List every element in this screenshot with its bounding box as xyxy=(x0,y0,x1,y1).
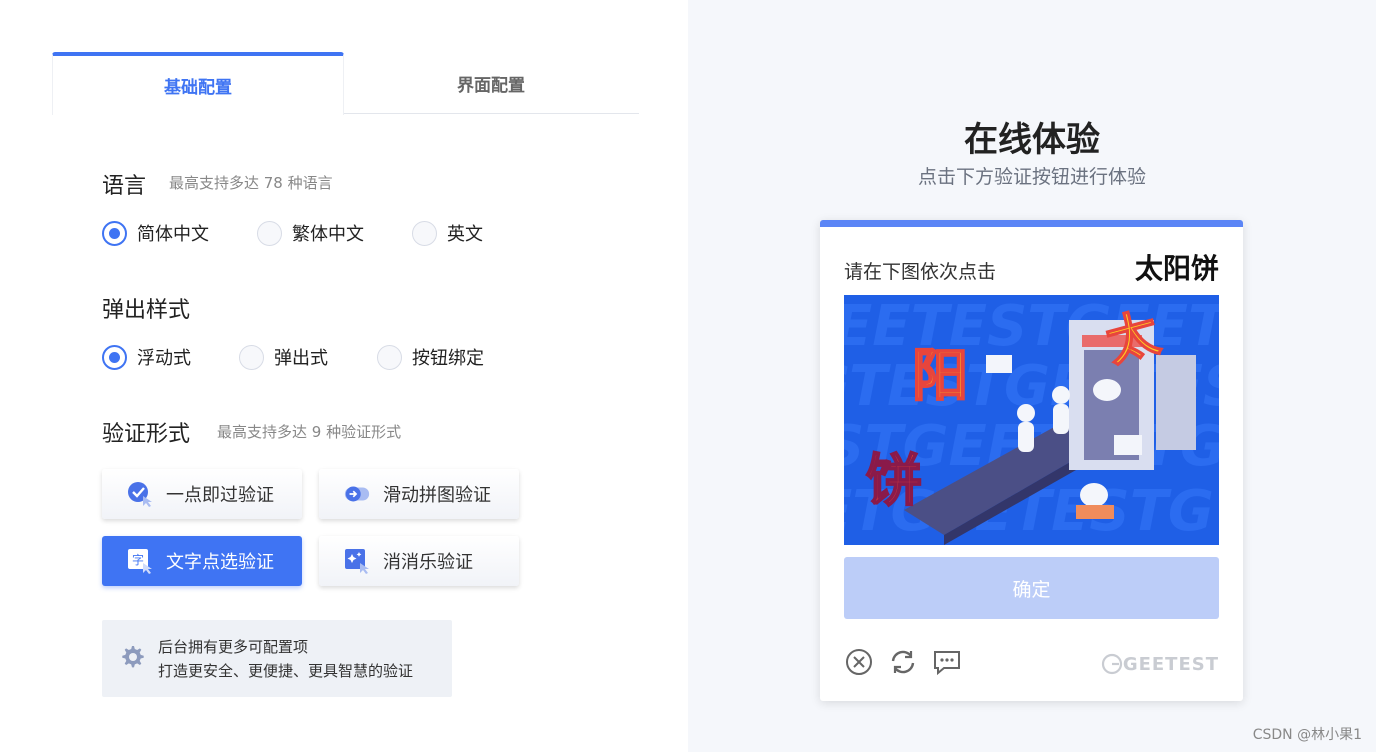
captcha-toolbar xyxy=(844,647,962,677)
config-tabs: 基础配置 界面配置 xyxy=(52,52,639,115)
radio-float[interactable]: 浮动式 xyxy=(102,344,191,370)
feedback-icon[interactable] xyxy=(932,647,962,677)
radio-label: 弹出式 xyxy=(274,348,328,369)
radio-label: 简体中文 xyxy=(137,224,209,245)
backend-info-box: 后台拥有更多可配置项 打造更安全、更便捷、更具智慧的验证 xyxy=(102,620,452,697)
check-click-icon xyxy=(126,480,154,508)
radio-simplified-chinese[interactable]: 简体中文 xyxy=(102,220,209,246)
captcha-char-1: 阳 xyxy=(912,344,968,409)
geetest-logo: GEETEST xyxy=(1101,653,1219,675)
slider-icon xyxy=(343,480,371,508)
info-text: 后台拥有更多可配置项 打造更安全、更便捷、更具智慧的验证 xyxy=(158,635,413,683)
radio-traditional-chinese[interactable]: 繁体中文 xyxy=(257,220,364,246)
close-icon[interactable] xyxy=(844,647,874,677)
captcha-illustration: EETESTGEETE GTESTGEETESTGE STGEETESTG ET… xyxy=(844,295,1219,545)
brand-text: GEETEST xyxy=(1122,653,1219,675)
radio-circle xyxy=(377,344,402,370)
tab-basic-config[interactable]: 基础配置 xyxy=(52,52,344,115)
match-icon xyxy=(343,547,371,575)
tab-ui-config[interactable]: 界面配置 xyxy=(345,52,637,114)
button-label: 文字点选验证 xyxy=(166,552,274,573)
button-label: 消消乐验证 xyxy=(383,552,473,573)
verify-form-title: 验证形式 xyxy=(102,422,191,447)
captcha-prompt: 请在下图依次点击 xyxy=(844,261,997,283)
language-title: 语言 xyxy=(102,174,147,199)
svg-text:字: 字 xyxy=(132,552,144,567)
radio-english[interactable]: 英文 xyxy=(412,220,483,246)
radio-button-bind[interactable]: 按钮绑定 xyxy=(377,344,484,370)
info-line-2: 打造更安全、更便捷、更具智慧的验证 xyxy=(158,661,414,680)
radio-circle xyxy=(102,220,127,246)
info-line-1: 后台拥有更多可配置项 xyxy=(158,637,309,656)
svg-text:EETESTGEETE: EETESTGEETE xyxy=(844,295,1219,359)
text-select-verify-button[interactable]: 字 文字点选验证 xyxy=(102,536,302,586)
captcha-char-2: 饼 xyxy=(866,449,922,514)
captcha-image[interactable]: EETESTGEETE GTESTGEETESTGE STGEETESTG ET… xyxy=(844,295,1219,545)
demo-subtitle: 点击下方验证按钮进行体验 xyxy=(917,166,1146,188)
watermark: CSDN @林小果1 xyxy=(1252,727,1362,743)
refresh-icon[interactable] xyxy=(888,647,918,677)
text-select-icon: 字 xyxy=(126,547,154,575)
radio-circle xyxy=(102,344,127,370)
radio-popup[interactable]: 弹出式 xyxy=(239,344,328,370)
button-label: 一点即过验证 xyxy=(166,485,274,506)
gear-icon xyxy=(118,643,146,675)
captcha-target-text: 太阳饼 xyxy=(1134,252,1219,285)
radio-label: 英文 xyxy=(447,224,483,245)
slider-puzzle-verify-button[interactable]: 滑动拼图验证 xyxy=(319,469,519,519)
radio-circle xyxy=(257,220,282,246)
language-hint: 最高支持多达 78 种语言 xyxy=(169,174,333,192)
confirm-button[interactable]: 确定 xyxy=(844,557,1219,619)
config-panel: 基础配置 界面配置 语言 最高支持多达 78 种语言 简体中文 繁体中文 英文 … xyxy=(0,0,688,752)
captcha-widget: 请在下图依次点击 太阳饼 EETESTGEETE GTESTGEETESTGE … xyxy=(820,220,1243,701)
geetest-logo-icon xyxy=(1101,653,1122,675)
one-click-verify-button[interactable]: 一点即过验证 xyxy=(102,469,302,519)
match-verify-button[interactable]: 消消乐验证 xyxy=(319,536,519,586)
radio-label: 浮动式 xyxy=(137,348,191,369)
radio-label: 繁体中文 xyxy=(292,224,364,245)
popup-style-title: 弹出样式 xyxy=(102,298,191,323)
demo-title: 在线体验 xyxy=(964,120,1100,160)
radio-circle xyxy=(239,344,264,370)
radio-circle xyxy=(412,220,437,246)
verify-form-hint: 最高支持多达 9 种验证形式 xyxy=(217,423,402,441)
radio-label: 按钮绑定 xyxy=(412,348,484,369)
button-label: 滑动拼图验证 xyxy=(383,485,491,506)
